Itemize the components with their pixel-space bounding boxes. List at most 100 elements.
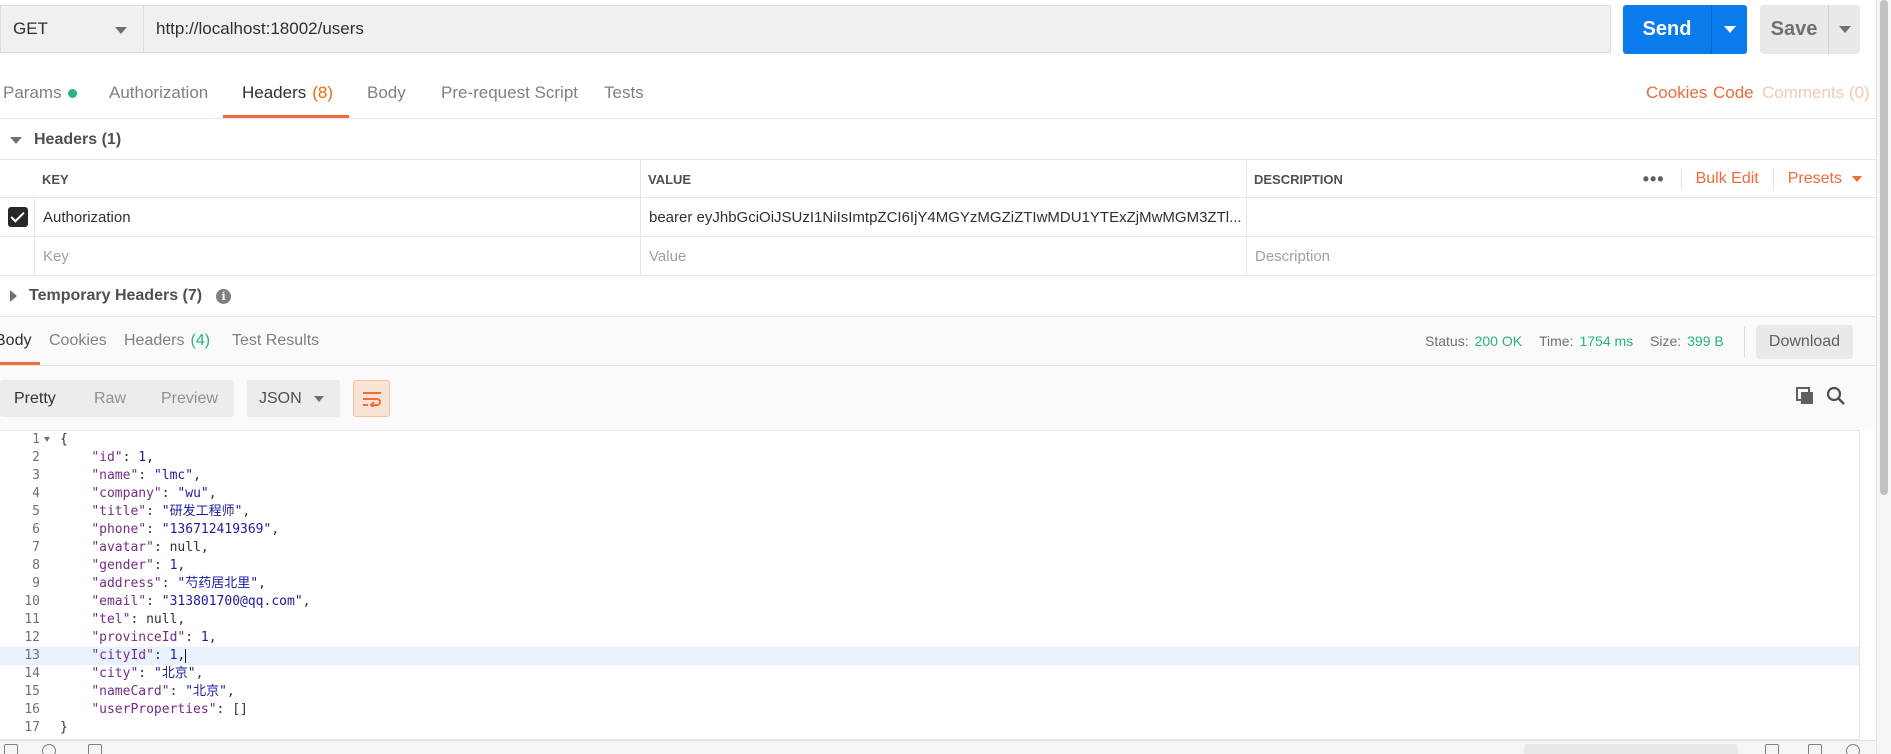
page-scrollbar[interactable] <box>1876 0 1891 754</box>
size-readout: Size: 399 B <box>1650 317 1724 365</box>
save-dropdown-button[interactable] <box>1829 26 1860 33</box>
code-line: 14 "city": "北京", <box>0 665 1859 683</box>
wrap-icon <box>362 391 381 407</box>
header-description-cell[interactable] <box>1249 198 1849 236</box>
code-line: 8 "gender": 1, <box>0 557 1859 575</box>
headers-section-toggle[interactable]: Headers (1) <box>10 128 121 152</box>
tab-params-label: Params <box>3 83 62 102</box>
line-number: 8 <box>32 558 40 573</box>
line-number: 7 <box>32 540 40 555</box>
view-mode-segment: Pretty Raw Preview <box>0 380 234 417</box>
response-body-editor[interactable]: 1{2 "id": 1, 3 "name": "lmc", 4 "company":… <box>0 430 1860 740</box>
tab-authorization[interactable]: Authorization <box>109 67 208 119</box>
presets-button[interactable]: Presets <box>1774 170 1876 188</box>
code-text: "cityId": 1, <box>91 648 187 663</box>
build-browse-toggle[interactable] <box>1524 744 1738 754</box>
column-divider <box>640 237 641 275</box>
code-line: 6 "phone": "136712419369", <box>0 521 1859 539</box>
column-divider <box>1246 237 1247 275</box>
code-line: 12 "provinceId": 1, <box>0 629 1859 647</box>
tab-authorization-label: Authorization <box>109 83 209 102</box>
row-enabled-checkbox[interactable] <box>8 207 28 227</box>
status-value: 200 OK <box>1474 333 1523 349</box>
line-number: 9 <box>32 576 40 591</box>
tab-body-label: Body <box>367 83 406 102</box>
tab-tests-label: Tests <box>604 83 644 102</box>
scrollbar-thumb[interactable] <box>1880 0 1888 495</box>
response-tab-body-label: Body <box>0 332 32 349</box>
headers-section-title: Headers (1) <box>34 131 122 148</box>
method-select[interactable]: GET <box>0 5 143 53</box>
new-description-input[interactable]: Description <box>1249 237 1849 275</box>
code-line: 7 "avatar": null, <box>0 539 1859 557</box>
more-options-icon[interactable]: ••• <box>1627 169 1681 190</box>
tab-headers[interactable]: Headers (8) <box>242 67 333 119</box>
code-text: "tel": null, <box>91 612 186 627</box>
response-tab-headers-label: Headers <box>124 332 185 349</box>
response-tab-cookies[interactable]: Cookies <box>49 317 107 365</box>
params-indicator-dot <box>67 88 77 98</box>
header-value-cell[interactable]: bearer eyJhbGciOiJSUzI1NiIsImtpZCI6IjY4M… <box>643 198 1243 236</box>
view-pretty-button[interactable]: Pretty <box>14 380 56 417</box>
tab-tests[interactable]: Tests <box>604 67 644 119</box>
bottom-status-bar <box>0 740 1876 754</box>
new-value-input[interactable]: Value <box>643 237 1243 275</box>
url-value: http://localhost:18002/users <box>156 19 364 38</box>
chevron-down-icon <box>1838 26 1851 33</box>
code-line: 10 "email": "313801700@qq.com", <box>0 593 1859 611</box>
response-tab-body[interactable]: Body <box>0 317 31 365</box>
column-value: VALUE <box>648 171 692 187</box>
bulk-edit-button[interactable]: Bulk Edit <box>1682 170 1773 188</box>
chevron-down-icon <box>115 27 127 34</box>
format-select[interactable]: JSON <box>247 380 340 417</box>
line-number: 15 <box>24 684 40 699</box>
column-description: DESCRIPTION <box>1254 171 1343 187</box>
cookies-link[interactable]: Cookies <box>1646 67 1707 119</box>
code-text: "name": "lmc", <box>91 468 201 483</box>
help-icon[interactable] <box>1846 744 1860 754</box>
fold-caret-icon[interactable] <box>44 437 50 442</box>
code-text: "gender": 1, <box>91 558 186 573</box>
copy-icon[interactable] <box>1795 386 1819 410</box>
status-divider <box>1744 327 1745 357</box>
send-dropdown-button[interactable] <box>1712 26 1747 33</box>
code-link[interactable]: Code <box>1713 67 1754 119</box>
view-preview-button[interactable]: Preview <box>161 380 218 417</box>
table-actions: ••• Bulk Edit Presets <box>1627 160 1876 198</box>
send-button[interactable]: Send <box>1623 5 1747 54</box>
chevron-down-icon <box>1723 26 1736 33</box>
column-divider <box>640 160 641 198</box>
format-label: JSON <box>259 389 302 407</box>
code-text: "nameCard": "北京", <box>91 684 235 699</box>
response-tab-headers[interactable]: Headers (4) <box>124 317 210 365</box>
sidebar-toggle-icon[interactable] <box>4 744 18 754</box>
tab-params[interactable]: Params <box>3 67 77 119</box>
search-icon[interactable] <box>42 744 56 754</box>
temporary-headers-toggle[interactable]: Temporary Headers (7) i <box>10 284 232 308</box>
save-label: Save <box>1770 18 1818 40</box>
console-icon[interactable] <box>88 744 102 754</box>
code-text: "company": "wu", <box>91 486 217 501</box>
line-number: 10 <box>24 594 40 609</box>
view-raw-button[interactable]: Raw <box>94 380 126 417</box>
headers-table-header: KEY VALUE DESCRIPTION ••• Bulk Edit Pres… <box>0 159 1876 198</box>
comments-link[interactable]: Comments (0) <box>1762 67 1870 119</box>
header-key-cell[interactable]: Authorization <box>37 198 637 236</box>
response-toolbar: Pretty Raw Preview JSON <box>0 367 1876 430</box>
save-button[interactable]: Save <box>1760 5 1860 54</box>
wrap-lines-button[interactable] <box>353 380 390 417</box>
keyboard-icon[interactable] <box>1808 744 1822 754</box>
info-icon[interactable]: i <box>216 288 232 304</box>
tab-pre-request-script[interactable]: Pre-request Script <box>441 67 578 119</box>
url-input[interactable]: http://localhost:18002/users <box>143 5 1611 53</box>
column-divider <box>34 237 35 275</box>
layout-icon[interactable] <box>1765 744 1779 754</box>
status-readout: Status: 200 OK <box>1425 317 1522 365</box>
search-icon[interactable] <box>1826 386 1850 410</box>
line-number: 16 <box>24 702 40 717</box>
new-key-input[interactable]: Key <box>37 237 637 275</box>
tab-body[interactable]: Body <box>367 67 406 119</box>
response-tab-test-results[interactable]: Test Results <box>232 317 319 365</box>
download-button[interactable]: Download <box>1756 325 1853 359</box>
caret-down-icon <box>10 136 22 144</box>
